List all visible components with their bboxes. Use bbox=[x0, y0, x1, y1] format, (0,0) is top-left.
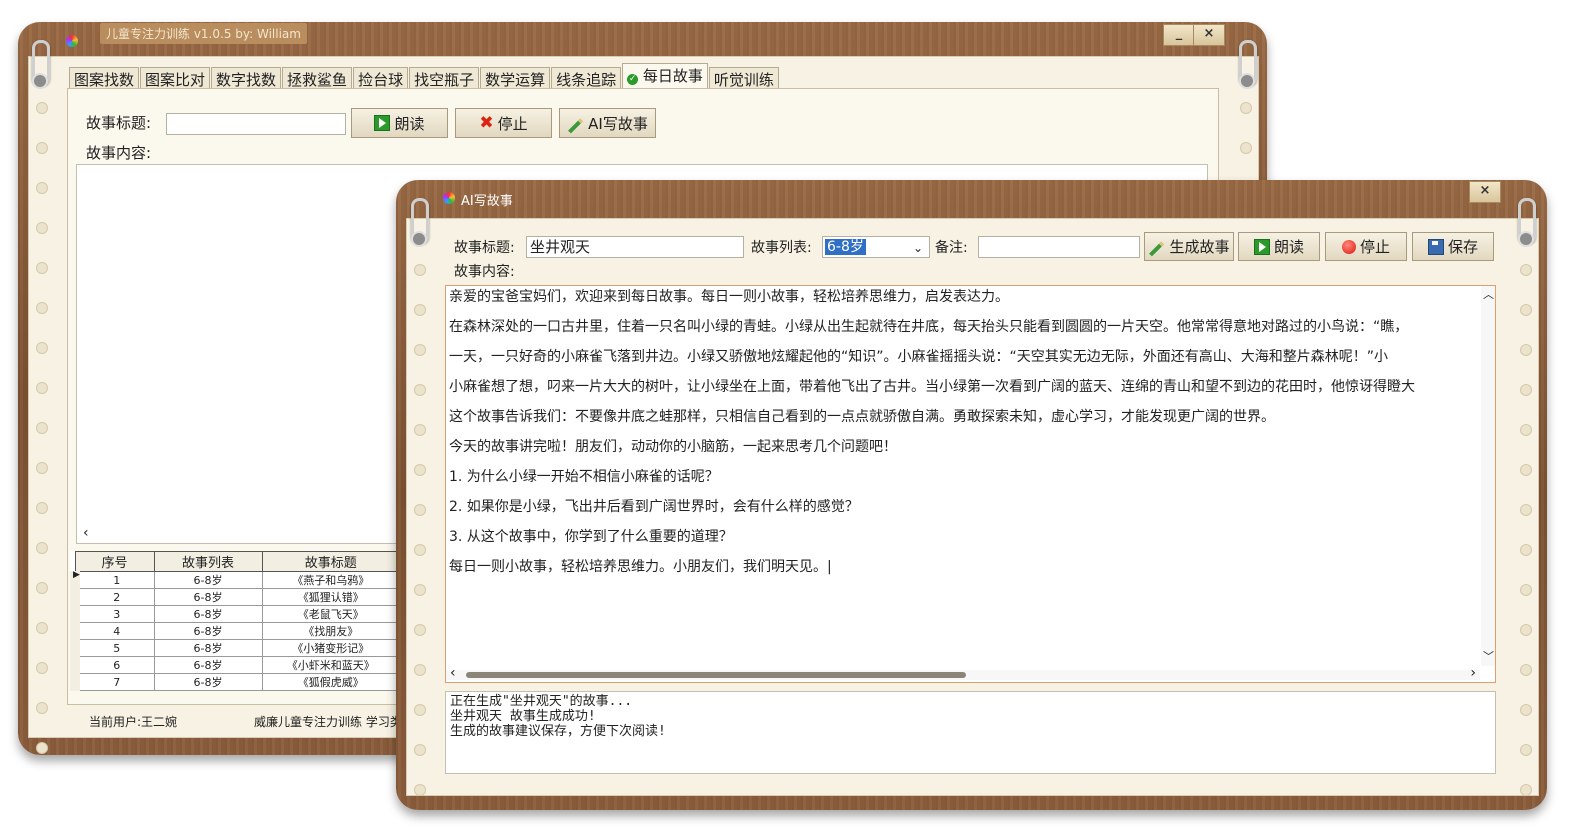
story-line: 今天的故事讲完啦！朋友们，动动你的小脑筋，一起来思考几个问题吧！ bbox=[449, 439, 897, 455]
binder-ring-left bbox=[32, 40, 50, 89]
binder-holes-left bbox=[32, 102, 50, 754]
table-row[interactable]: 4 6-8岁 《找朋友》 bbox=[70, 622, 400, 640]
ai-story-title-input[interactable]: 坐井观天 bbox=[526, 236, 744, 258]
ai-read-label: 朗读 bbox=[1273, 238, 1304, 256]
stop-icon bbox=[1341, 239, 1356, 254]
ai-story-content-label: 故事内容: bbox=[454, 264, 515, 280]
check-icon: ✓ bbox=[627, 74, 639, 85]
status-current-user: 当前用户:王二婉 bbox=[89, 715, 178, 729]
pencil-icon bbox=[568, 118, 584, 133]
ai-note-input[interactable] bbox=[978, 236, 1140, 258]
story-line: 一天，一只好奇的小麻雀飞落到井边。小绿又骄傲地炫耀起他的“知识”。小麻雀摇摇头说… bbox=[449, 349, 1389, 365]
ai-write-button[interactable]: AI写故事 bbox=[559, 108, 656, 138]
table-row[interactable]: 1 6-8岁 《燕子和乌鸦》 bbox=[70, 571, 400, 589]
ai-story-list-select[interactable]: 6-8岁 ⌄ bbox=[822, 236, 930, 258]
ai-stop-button[interactable]: 停止 bbox=[1325, 232, 1407, 261]
minimize-button[interactable]: _ bbox=[1163, 24, 1195, 46]
scroll-left-arrow[interactable]: ‹ bbox=[450, 665, 456, 681]
ai-story-list-value: 6-8岁 bbox=[825, 239, 866, 255]
play-icon bbox=[1253, 238, 1270, 255]
ai-save-button[interactable]: 保存 bbox=[1412, 232, 1494, 261]
ai-binder-ring-left bbox=[411, 198, 429, 247]
ai-window-title: AI写故事 bbox=[461, 194, 513, 209]
ai-close-button[interactable]: × bbox=[1469, 181, 1501, 203]
table-header-index[interactable]: 序号 bbox=[74, 551, 155, 572]
read-button[interactable]: 朗读 bbox=[351, 108, 448, 138]
ai-binder-holes-right bbox=[1516, 264, 1534, 796]
ai-paper: 故事标题: 坐井观天 故事列表: 6-8岁 ⌄ 备注: 生成故事 朗读 停止 保… bbox=[406, 218, 1539, 796]
table-row[interactable]: 6 6-8岁 《小虾米和蓝天》 bbox=[70, 656, 400, 674]
ai-story-title-label: 故事标题: bbox=[454, 240, 515, 256]
story-line: 每日一则小故事，轻松培养思维力。小朋友们，我们明天见。| bbox=[449, 559, 832, 575]
scroll-left-arrow[interactable]: ‹ bbox=[83, 525, 89, 541]
vscroll-track[interactable]: ︿ ﹀ bbox=[1481, 286, 1495, 666]
generation-log-text: 正在生成"坐井观天"的故事... 坐井观天 故事生成成功! 生成的故事建议保存，… bbox=[450, 694, 666, 739]
ai-stop-label: 停止 bbox=[1359, 238, 1390, 256]
story-title-input[interactable] bbox=[166, 113, 346, 135]
scroll-up-arrow[interactable]: ︿ bbox=[1483, 286, 1494, 302]
read-button-label: 朗读 bbox=[394, 114, 425, 133]
generate-story-button[interactable]: 生成故事 bbox=[1144, 232, 1234, 261]
stop-button-label: 停止 bbox=[497, 114, 528, 133]
close-button[interactable]: × bbox=[1193, 24, 1225, 46]
scroll-down-arrow[interactable]: ﹀ bbox=[1483, 648, 1494, 664]
table-row[interactable]: 7 6-8岁 《狐假虎威》 bbox=[70, 673, 400, 691]
table-row[interactable]: 3 6-8岁 《老鼠飞天》 bbox=[70, 605, 400, 623]
play-icon bbox=[374, 115, 391, 131]
tab-daily-story-label: 每日故事 bbox=[642, 67, 703, 85]
table-row[interactable]: 2 6-8岁 《狐狸认错》 bbox=[70, 588, 400, 606]
story-content-label: 故事内容: bbox=[86, 144, 152, 162]
ai-read-button[interactable]: 朗读 bbox=[1238, 232, 1320, 261]
story-line: 1. 为什么小绿一开始不相信小麻雀的话呢？ bbox=[449, 469, 719, 485]
ai-story-window: AI写故事 × 故事标题: 坐井观天 故事列表: 6-8岁 ⌄ 备注: 生成故事… bbox=[396, 180, 1547, 810]
stop-x-icon: ✖ bbox=[479, 113, 494, 133]
ai-binder-ring-right bbox=[1518, 198, 1536, 247]
save-icon bbox=[1427, 238, 1444, 255]
ai-binder-holes-left bbox=[410, 264, 428, 796]
scroll-right-arrow[interactable]: › bbox=[1470, 665, 1476, 681]
story-line: 亲爱的宝爸宝妈们，欢迎来到每日故事。每日一则小故事，轻松培养思维力，启发表达力。 bbox=[449, 289, 1009, 305]
status-app-name: 威廉儿童专注力训练 学习类 bbox=[254, 715, 402, 729]
story-title-label: 故事标题: bbox=[86, 114, 152, 132]
hscroll-track[interactable]: ‹ › bbox=[446, 665, 1480, 681]
hscroll-thumb[interactable] bbox=[466, 672, 966, 678]
generation-log: 正在生成"坐井观天"的故事... 坐井观天 故事生成成功! 生成的故事建议保存，… bbox=[445, 691, 1496, 774]
story-line: 小麻雀想了想，叼来一片大大的树叶，让小绿坐在上面，带着他飞出了古井。当小绿第一次… bbox=[449, 379, 1415, 395]
table-header-title[interactable]: 故事标题 bbox=[261, 551, 400, 572]
ai-save-label: 保存 bbox=[1447, 238, 1478, 256]
story-table: 序号 故事列表 故事标题 1 6-8岁 《燕子和乌鸦》 2 6-8岁 《狐狸认错》 36… bbox=[70, 551, 400, 691]
main-window-title: 儿童专注力训练 v1.0.5 by: William bbox=[100, 23, 307, 44]
stop-button[interactable]: ✖ 停止 bbox=[455, 108, 552, 138]
row-pointer-icon: ▶ bbox=[73, 570, 80, 580]
ai-story-content-area[interactable]: 亲爱的宝爸宝妈们，欢迎来到每日故事。每日一则小故事，轻松培养思维力，启发表达力。… bbox=[445, 285, 1496, 683]
table-header-list[interactable]: 故事列表 bbox=[153, 551, 263, 572]
generate-story-label: 生成故事 bbox=[1169, 238, 1230, 256]
table-row[interactable]: 5 6-8岁 《小猪变形记》 bbox=[70, 639, 400, 657]
ai-write-button-label: AI写故事 bbox=[588, 114, 648, 133]
app-logo-icon bbox=[66, 35, 78, 47]
story-line: 这个故事告诉我们：不要像井底之蛙那样，只相信自己看到的一点点就骄傲自满。勇敢探索… bbox=[449, 409, 1275, 425]
ai-story-list-label: 故事列表: bbox=[751, 240, 812, 256]
story-line: 3. 从这个故事中，你学到了什么重要的道理？ bbox=[449, 529, 733, 545]
ai-logo-icon bbox=[443, 192, 455, 204]
pencil-icon bbox=[1149, 241, 1165, 257]
chevron-down-icon: ⌄ bbox=[912, 241, 923, 255]
binder-ring-right bbox=[1239, 40, 1257, 89]
story-line: 2. 如果你是小绿，飞出井后看到广阔世界时，会有什么样的感觉？ bbox=[449, 499, 859, 515]
ai-note-label: 备注: bbox=[935, 240, 968, 256]
story-line: 在森林深处的一口古井里，住着一只名叫小绿的青蛙。小绿从出生起就待在井底，每天抬头… bbox=[449, 319, 1409, 335]
